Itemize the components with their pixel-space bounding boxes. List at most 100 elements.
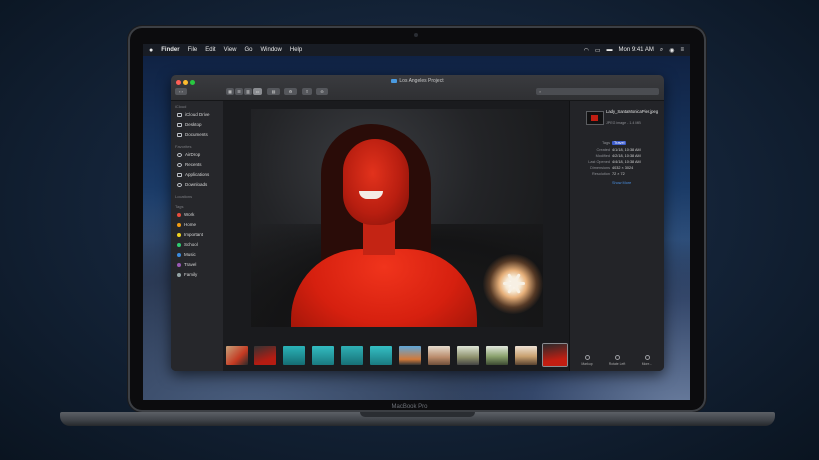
sidebar-section-header: Favorites [175,144,192,149]
thumbnail[interactable] [283,346,305,365]
tags-button[interactable]: ⊖ [316,88,328,95]
tag-color-dot [177,212,181,217]
apple-icon[interactable]: ● [149,47,153,54]
action-label: Rotate Left [608,362,626,366]
sidebar-item-label: Applications [185,172,210,177]
thumbnail[interactable] [254,346,276,365]
thumbnail[interactable] [399,346,421,365]
window-title-text: Los Angeles Project [399,78,444,84]
tag-pill[interactable]: Travel [612,141,627,145]
menu-window[interactable]: Window [261,47,282,53]
thumbnail[interactable] [341,346,363,365]
sidebar-tag-school[interactable]: School [177,241,198,248]
gallery-view-button[interactable]: ▭ [253,88,262,95]
cloud-icon [177,112,182,117]
action-button[interactable]: ⚙ [284,88,297,95]
list-view-button[interactable]: ☰ [235,88,243,95]
rotate-left-action[interactable]: Rotate Left [604,355,630,366]
preview-image[interactable] [251,109,543,327]
sidebar-tag-important[interactable]: Important [177,231,203,238]
thumbnail-selected[interactable] [543,344,567,366]
created-label: Created [596,148,610,152]
tag-color-dot [177,222,181,227]
group-button[interactable]: ▤ [267,88,280,95]
airplay-icon[interactable]: ▭ [595,47,601,54]
sidebar-item-documents[interactable]: Documents [177,131,208,138]
back-forward-button[interactable]: ‹ › [175,88,187,95]
tags-value[interactable]: Travel [612,141,627,145]
sidebar-item-desktop[interactable]: Desktop [177,121,202,128]
sidebar-tag-music[interactable]: Music [177,251,196,258]
thumbnail[interactable] [486,346,508,365]
applications-icon [177,172,182,177]
tag-color-dot [177,262,181,267]
menu-edit[interactable]: Edit [205,47,215,53]
thumbnail[interactable] [428,346,450,365]
column-view-button[interactable]: ▥ [244,88,252,95]
sidebar-item-applications[interactable]: Applications [177,171,209,178]
action-label: Markup [581,362,593,366]
sidebar-item-label: Home [184,222,197,227]
markup-icon [584,355,590,360]
icon-view-button[interactable]: ▦ [226,88,234,95]
sidebar-section-header: iCloud [175,104,187,109]
tag-color-dot [177,232,181,237]
spotlight-icon[interactable]: ⌕ [660,47,663,54]
screen: ● Finder File Edit View Go Window Help ◠… [143,44,690,400]
share-button[interactable]: ⇪ [302,88,312,95]
window-title: Los Angeles Project [171,78,664,84]
wifi-icon[interactable]: ◠ [584,47,589,54]
show-more-link[interactable]: Show More [612,181,631,185]
thumbnail[interactable] [370,346,392,365]
sidebar-section-header: Locations [175,194,193,199]
more-action[interactable]: More... [634,355,660,366]
sidebar-item-icloud-drive[interactable]: iCloud Drive [177,111,210,118]
sidebar-item-label: Music [184,252,196,257]
sidebar-item-recents[interactable]: Recents [177,161,202,168]
gallery-content [223,101,569,371]
camera [414,33,418,37]
download-icon [177,182,182,187]
thumbnail[interactable] [457,346,479,365]
created-value: 4/1/18, 10:38 AM [612,148,641,152]
sidebar-item-label: Travel [184,262,197,267]
sidebar-item-downloads[interactable]: Downloads [177,181,207,188]
tags-label: Tags [601,141,610,145]
sidebar-tag-travel[interactable]: Travel [177,261,196,268]
thumbnail[interactable] [515,346,537,365]
sidebar-item-label: Family [184,272,198,277]
battery-icon[interactable]: ▬ [607,47,613,53]
sidebar-item-label: iCloud Drive [185,112,210,117]
clock[interactable]: Mon 9:41 AM [619,47,654,53]
menu-help[interactable]: Help [290,47,302,53]
thumbnail[interactable] [226,346,248,365]
notification-center-icon[interactable]: ≡ [680,47,684,53]
status-area: ◠ ▭ ▬ Mon 9:41 AM ⌕ ◉ ≡ [578,44,684,56]
search-input[interactable]: ⌕ [536,88,659,95]
sidebar-item-label: Recents [185,162,202,167]
tag-color-dot [177,272,181,277]
sidebar-tag-work[interactable]: Work [177,211,194,218]
siri-icon[interactable]: ◉ [669,47,674,54]
tag-color-dot [177,242,181,247]
menu-file[interactable]: File [188,47,198,53]
subject-face [343,139,409,225]
sidebar-item-label: School [184,242,198,247]
file-name: Lady_SantaMonicaPier.jpeg [606,109,659,114]
thumbnail[interactable] [312,346,334,365]
sidebar-tag-family[interactable]: Family [177,271,197,278]
title-bar: Los Angeles Project ‹ › ▦ ☰ ▥ ▭ ▤ ⚙ ⇪ ⊖ … [171,75,664,101]
folder-icon [391,78,398,83]
clock-icon [177,162,182,167]
menu-finder[interactable]: Finder [161,47,179,53]
sidebar-item-label: AirDrop [185,152,201,157]
modified-value: 4/2/18, 10:38 AM [612,154,641,158]
menu-view[interactable]: View [224,47,237,53]
airdrop-icon [177,152,182,157]
markup-action[interactable]: Markup [574,355,600,366]
sidebar-item-airdrop[interactable]: AirDrop [177,151,200,158]
sidebar-item-label: Desktop [185,122,202,127]
finder-window: Los Angeles Project ‹ › ▦ ☰ ▥ ▭ ▤ ⚙ ⇪ ⊖ … [171,75,664,371]
sidebar-tag-home[interactable]: Home [177,221,196,228]
menu-go[interactable]: Go [245,47,253,53]
